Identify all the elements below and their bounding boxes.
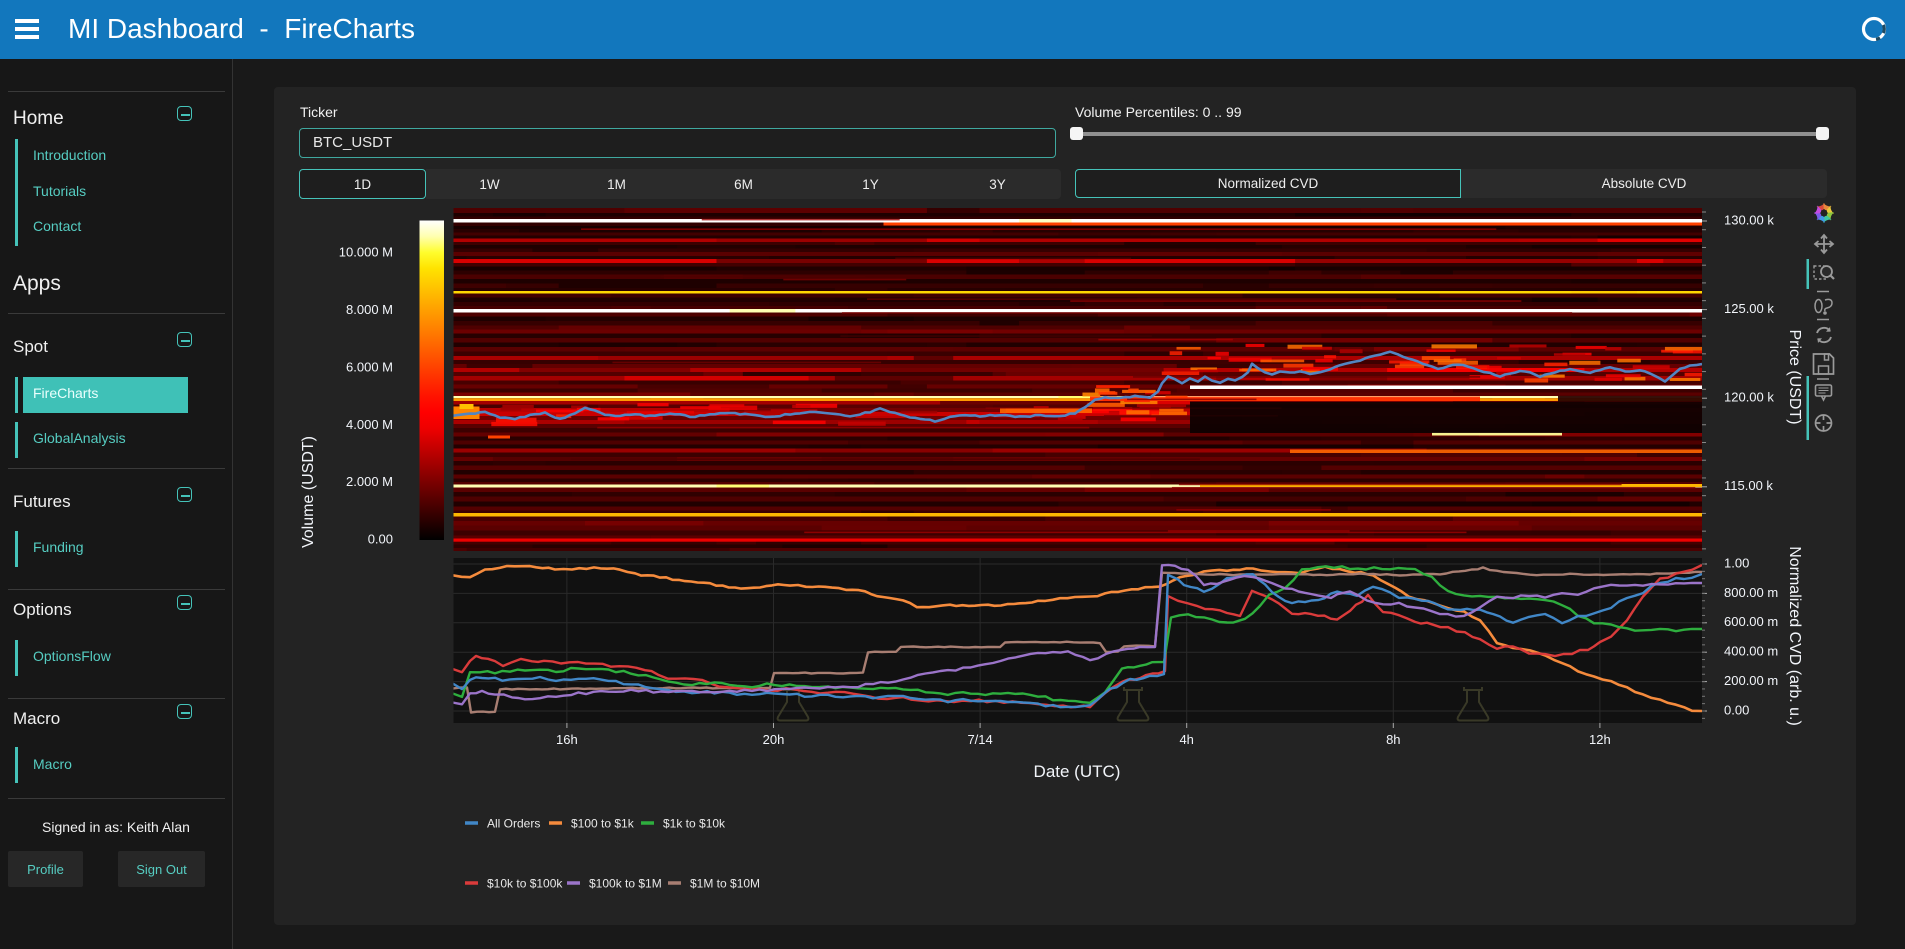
svg-text:Volume (USDT): Volume (USDT) <box>300 436 317 548</box>
svg-text:0.00: 0.00 <box>1724 702 1749 717</box>
svg-text:16h: 16h <box>556 732 578 747</box>
svg-text:$100k to $1M: $100k to $1M <box>589 877 662 891</box>
svg-text:800.00 m: 800.00 m <box>1724 585 1778 600</box>
svg-text:4.000 M: 4.000 M <box>346 417 393 432</box>
svg-text:12h: 12h <box>1589 732 1611 747</box>
svg-text:Date (UTC): Date (UTC) <box>1034 762 1121 781</box>
svg-text:20h: 20h <box>763 732 785 747</box>
svg-text:8h: 8h <box>1386 732 1400 747</box>
svg-text:7/14: 7/14 <box>967 732 992 747</box>
svg-text:All Orders: All Orders <box>487 817 540 831</box>
svg-text:130.00 k: 130.00 k <box>1724 212 1774 227</box>
svg-text:120.00 k: 120.00 k <box>1724 390 1774 405</box>
svg-text:2.000 M: 2.000 M <box>346 474 393 489</box>
svg-text:1.00: 1.00 <box>1724 555 1749 570</box>
svg-text:$100 to $1k: $100 to $1k <box>571 817 635 831</box>
svg-text:Normalized CVD (arb. u.): Normalized CVD (arb. u.) <box>1786 546 1803 726</box>
svg-text:10.000 M: 10.000 M <box>339 245 393 260</box>
svg-text:125.00 k: 125.00 k <box>1724 301 1774 316</box>
svg-text:6.000 M: 6.000 M <box>346 360 393 375</box>
svg-text:Price (USDT): Price (USDT) <box>1786 329 1803 424</box>
svg-text:$1M to $10M: $1M to $10M <box>690 877 760 891</box>
svg-text:400.00 m: 400.00 m <box>1724 644 1778 659</box>
svg-text:600.00 m: 600.00 m <box>1724 614 1778 629</box>
svg-text:4h: 4h <box>1179 732 1193 747</box>
svg-text:115.00 k: 115.00 k <box>1724 478 1773 493</box>
svg-text:0.00: 0.00 <box>368 532 393 547</box>
svg-text:8.000 M: 8.000 M <box>346 302 393 317</box>
svg-text:200.00 m: 200.00 m <box>1724 673 1778 688</box>
svg-text:$1k to $10k: $1k to $10k <box>663 817 726 831</box>
svg-text:$10k to $100k: $10k to $100k <box>487 877 563 891</box>
